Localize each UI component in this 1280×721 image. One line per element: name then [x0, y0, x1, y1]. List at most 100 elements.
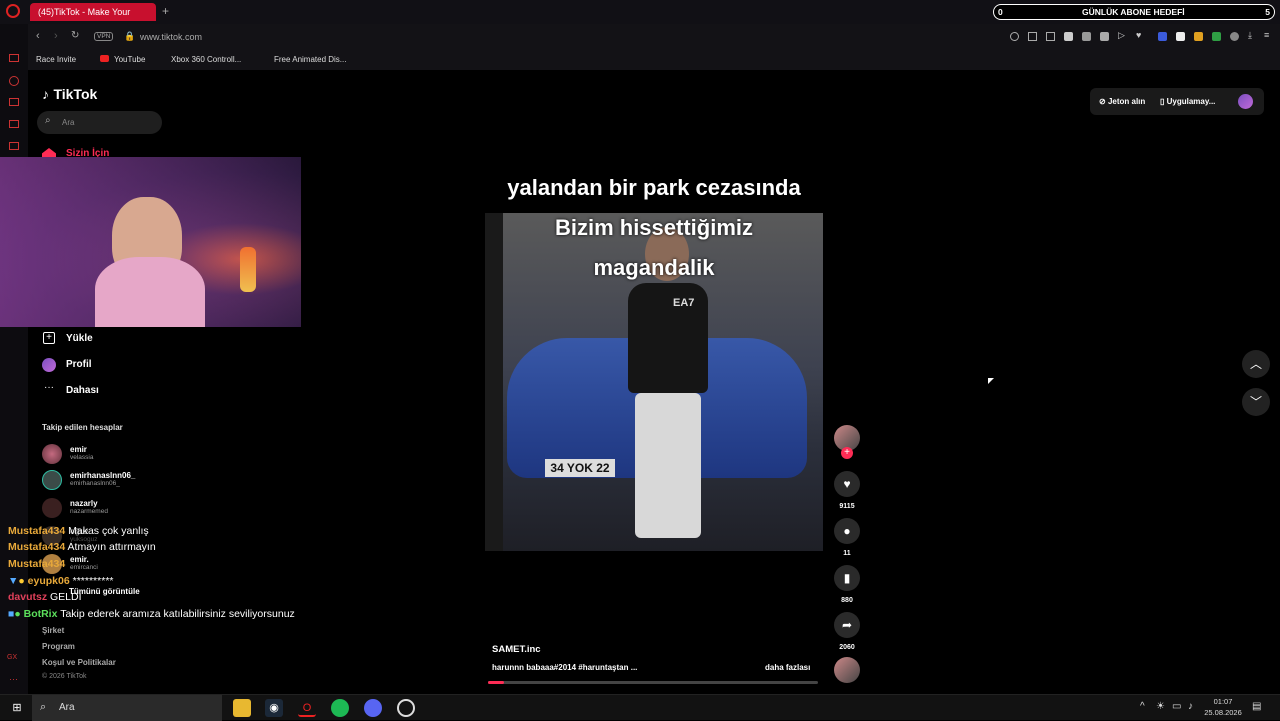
share-button[interactable]: ➦ [834, 612, 860, 638]
music-disc-avatar[interactable] [834, 657, 860, 683]
capture-icon[interactable] [1046, 32, 1055, 41]
messenger-icon[interactable] [9, 54, 19, 62]
zoom-icon[interactable] [1010, 32, 1019, 41]
extension-white-icon[interactable] [1176, 32, 1185, 41]
nav-more[interactable]: Dahası [66, 385, 99, 396]
url-field[interactable]: www.tiktok.com [140, 32, 202, 42]
more-icon[interactable]: ··· [9, 674, 18, 684]
chat-message: Mustafa434 Makas çok yanlış [8, 525, 149, 537]
get-app-button[interactable]: ▯ Uygulamay... [1160, 97, 1215, 106]
avatar[interactable] [42, 444, 62, 464]
get-app-label: Uygulamay... [1166, 97, 1216, 106]
video-author[interactable]: SAMET.inc [492, 644, 541, 655]
progress-bar[interactable] [488, 681, 818, 684]
caption-line-2: magandalik [593, 255, 715, 280]
coins-button[interactable]: ⊘ Jeton alın [1099, 97, 1145, 106]
bag-icon[interactable] [9, 98, 19, 106]
avatar[interactable] [42, 498, 62, 518]
forward-icon[interactable]: › [54, 30, 58, 42]
bookmark-youtube[interactable]: YouTube [114, 55, 145, 64]
network-icon[interactable]: ▭ [1172, 701, 1181, 712]
volume-icon[interactable]: ♪ [1188, 701, 1193, 712]
heart-icon: ♥ [843, 477, 851, 491]
microphone-icon [240, 247, 256, 292]
upload-icon: + [43, 332, 55, 344]
clock-date[interactable]: 25.08.2026 [1200, 708, 1246, 717]
verified-icon: ● [14, 608, 21, 620]
spotify-icon[interactable] [331, 699, 349, 717]
translate-icon[interactable] [1082, 32, 1091, 41]
wallet-icon[interactable] [9, 120, 19, 128]
clock-time[interactable]: 01:07 [1204, 697, 1242, 706]
browser-tab-tiktok[interactable]: (45)TikTok - Make Your [30, 3, 156, 21]
notification-icon[interactable]: ▤ [1252, 701, 1261, 712]
obs-icon[interactable] [397, 699, 415, 717]
reader-icon[interactable] [1100, 32, 1109, 41]
follow-plus-icon[interactable]: + [841, 447, 853, 459]
chat-text: Makas çok yanlış [68, 525, 149, 537]
download-icon[interactable]: ⤓ [1248, 30, 1252, 41]
follow-handle: emirhanaslnn06_ [70, 480, 120, 487]
bookmark-animated[interactable]: Free Animated Dis... [274, 55, 346, 64]
back-icon[interactable]: ‹ [36, 30, 40, 42]
brightness-icon[interactable]: ☀ [1156, 701, 1165, 712]
next-video-button[interactable]: ﹀ [1242, 388, 1270, 416]
save-count: 880 [841, 597, 853, 604]
mail-icon[interactable] [9, 142, 19, 150]
history-icon[interactable] [9, 76, 19, 86]
tiktok-logo[interactable]: ♪ TikTok [42, 86, 97, 104]
chat-user: Mustafa434 [8, 541, 66, 553]
chevron-up-icon[interactable]: ^ [1140, 701, 1145, 712]
bookmark-xbox[interactable]: Xbox 360 Controll... [171, 55, 241, 64]
chat-user: Mustafa434 [8, 558, 66, 570]
footer-company[interactable]: Şirket [42, 626, 64, 635]
new-tab-icon[interactable]: + [162, 4, 169, 18]
heart-icon[interactable]: ♥ [1136, 30, 1141, 40]
list-item[interactable]: nazarly nazarmemed [70, 499, 108, 515]
search-input[interactable]: ⌕ Ara [37, 111, 162, 134]
opera-gx-icon[interactable]: O [298, 699, 316, 717]
gx-icon[interactable]: GX [7, 654, 17, 661]
taskbar-search[interactable]: ⌕ Ara [32, 695, 222, 721]
user-avatar[interactable] [1238, 94, 1253, 109]
vpn-badge[interactable]: VPN [94, 32, 114, 41]
taskbar: ⊞ ⌕ Ara ◉ O ^ ☀ ▭ ♪ 01:07 25.08.2026 ▤ [0, 694, 1280, 721]
snapshot-icon[interactable] [1028, 32, 1037, 41]
save-button[interactable]: ▮ [834, 565, 860, 591]
bookmark-race-invite[interactable]: Race Invite [36, 55, 76, 64]
bookmarks-bar: Race Invite YouTube Xbox 360 Controll...… [28, 50, 1280, 70]
see-more-link[interactable]: daha fazlası [765, 663, 810, 672]
windows-start-icon[interactable]: ⊞ [8, 699, 26, 717]
chat-user: davutsz [8, 591, 48, 603]
subgoal-widget: 0 GÜNLÜK ABONE HEDEFİ 5 [993, 4, 1275, 20]
footer-terms[interactable]: Koşul ve Politikalar [42, 658, 116, 667]
previous-video-button[interactable]: ︿ [1242, 350, 1270, 378]
nav-profile[interactable]: Profil [66, 359, 92, 370]
shield-icon[interactable] [1064, 32, 1073, 41]
menu-icon[interactable]: ≡ [1264, 30, 1269, 40]
webcam-overlay [0, 157, 301, 327]
play-icon[interactable]: ▷ [1118, 30, 1125, 41]
nav-upload[interactable]: Yükle [66, 333, 93, 344]
reload-icon[interactable]: ↻ [71, 30, 79, 41]
extension-yellow-icon[interactable] [1194, 32, 1203, 41]
list-item[interactable]: emir. emircanci [70, 555, 98, 571]
opera-logo-icon[interactable] [6, 4, 20, 18]
footer-program[interactable]: Program [42, 642, 75, 651]
steam-icon[interactable]: ◉ [265, 699, 283, 717]
extension-green-icon[interactable] [1212, 32, 1221, 41]
extension-blue-icon[interactable] [1158, 32, 1167, 41]
discord-icon[interactable] [364, 699, 382, 717]
following-header: Takip edilen hesaplar [42, 423, 123, 432]
profile-icon[interactable] [1230, 32, 1239, 41]
profile-avatar-icon [42, 358, 56, 372]
file-explorer-icon[interactable] [233, 699, 251, 717]
like-button[interactable]: ♥ [834, 471, 860, 497]
list-item[interactable]: emirhanaslnn06_ emirhanaslnn06_ [70, 471, 135, 487]
avatar[interactable] [42, 470, 62, 490]
tab-title: (45)TikTok - Make Your [38, 7, 131, 17]
video-player[interactable]: 34 YOK 22 EA7 Bizim hissettiğimiz magand… [485, 213, 823, 551]
follow-name: emir [70, 445, 87, 454]
comment-button[interactable]: ● [834, 518, 860, 544]
list-item[interactable]: emir velassia [70, 445, 93, 461]
